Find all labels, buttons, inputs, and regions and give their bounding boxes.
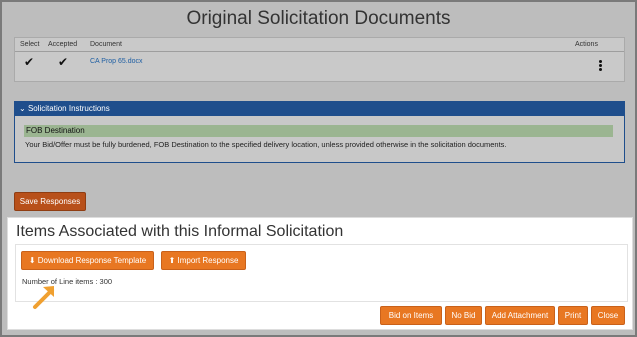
accepted-checkmark-icon: ✔ <box>58 55 69 69</box>
download-template-button[interactable]: ⬇ Download Response Template <box>21 251 154 270</box>
column-header-actions: Actions <box>575 41 598 48</box>
instructions-header-label: Solicitation Instructions <box>27 104 110 113</box>
page-title: Original Solicitation Documents <box>186 8 451 29</box>
pointer-arrow-icon <box>33 286 54 309</box>
dialog-frame: Original Solicitation Documents Select A… <box>0 0 637 337</box>
items-title: Items Associated with this Informal Soli… <box>16 223 344 240</box>
documents-table: Select Accepted Document Actions ✔ ✔ CA … <box>14 37 625 82</box>
save-responses-button[interactable]: Save Responses <box>14 192 86 211</box>
document-link[interactable]: CA Prop 65.docx <box>90 58 143 65</box>
collapse-icon: ⌄ <box>19 104 28 113</box>
items-panel: Items Associated with this Informal Soli… <box>7 217 633 330</box>
import-response-label: Import Response <box>177 256 239 265</box>
column-header-document: Document <box>90 41 122 48</box>
bid-on-items-button[interactable]: Bid on Items <box>380 306 442 325</box>
upload-icon: ⬆ <box>168 256 178 265</box>
no-bid-button[interactable]: No Bid <box>445 306 482 325</box>
instructions-subheader: FOB Destination <box>24 125 613 137</box>
download-template-label: Download Response Template <box>37 256 147 265</box>
select-checkmark-icon[interactable]: ✔ <box>24 55 34 69</box>
print-button[interactable]: Print <box>558 306 588 325</box>
column-header-accepted: Accepted <box>48 41 78 48</box>
instructions-panel: ⌄ Solicitation Instructions FOB Destinat… <box>14 101 625 163</box>
add-attachment-button[interactable]: Add Attachment <box>485 306 555 325</box>
instructions-text: Your Bid/Offer must be fully burdened, F… <box>25 140 507 149</box>
more-actions-icon[interactable] <box>599 60 603 72</box>
download-icon: ⬇ <box>28 256 38 265</box>
row-divider <box>15 51 624 52</box>
import-response-button[interactable]: ⬆ Import Response <box>161 251 246 270</box>
column-header-select: Select <box>20 41 40 48</box>
instructions-header[interactable]: ⌄ Solicitation Instructions <box>15 102 624 116</box>
close-button[interactable]: Close <box>591 306 625 325</box>
